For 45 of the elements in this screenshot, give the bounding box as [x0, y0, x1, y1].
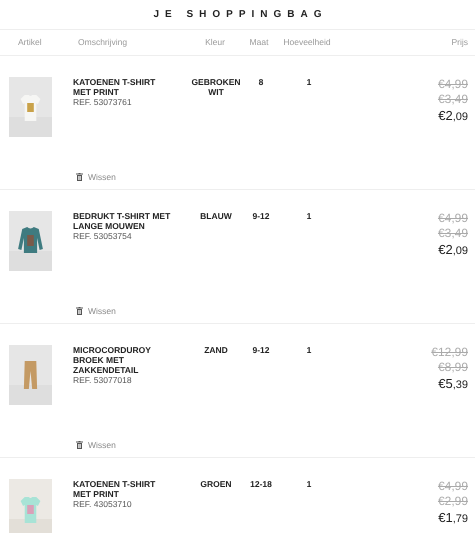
product-reference: REF. 53053754	[73, 231, 133, 241]
column-header: Hoeveelheid	[283, 37, 331, 48]
product-size: 9-12	[252, 345, 270, 355]
product-quantity: 1	[306, 77, 312, 87]
sale-price: €2,09	[438, 241, 468, 259]
product-color: BLAUW	[199, 211, 233, 221]
trash-icon	[76, 173, 83, 181]
remove-link[interactable]: Wissen	[88, 170, 116, 184]
product-reference: REF. 53077018	[73, 375, 133, 385]
product-name: MICROCORDUROY BROEK MET ZAKKENDETAIL	[73, 345, 152, 375]
remove-link[interactable]: Wissen	[88, 304, 116, 318]
column-header: Artikel	[18, 37, 42, 48]
column-header: Omschrijving	[78, 37, 128, 48]
product-reference: REF. 53073761	[73, 97, 133, 107]
product-color: GEBROKEN WIT	[190, 77, 242, 97]
sale-price: €5,39	[438, 375, 468, 393]
product-color: GROEN	[199, 479, 233, 489]
page-title: JE SHOPPINGBAG	[152, 8, 328, 22]
product-color: ZAND	[203, 345, 229, 355]
original-price: €2,99	[438, 494, 468, 509]
product-name: BEDRUKT T-SHIRT MET LANGE MOUWEN	[73, 211, 172, 231]
column-header: Prijs	[451, 37, 468, 48]
trash-icon	[76, 441, 83, 449]
original-price: €3,49	[438, 92, 468, 107]
column-header: Kleur	[205, 37, 225, 48]
product-size: 9-12	[252, 211, 270, 221]
original-price: €12,99	[431, 345, 468, 360]
product-reference: REF. 43053710	[73, 499, 133, 509]
original-price: €3,49	[438, 226, 468, 241]
sale-price: €2,09	[438, 107, 468, 125]
product-name: KATOENEN T-SHIRT MET PRINT	[73, 479, 156, 499]
original-price: €4,99	[438, 211, 468, 226]
trash-icon	[76, 307, 83, 315]
original-price: €4,99	[438, 77, 468, 92]
product-quantity: 1	[306, 345, 312, 355]
product-quantity: 1	[306, 211, 312, 221]
product-size: 12-18	[250, 479, 272, 489]
product-size: 8	[258, 77, 264, 87]
original-price: €4,99	[438, 479, 468, 494]
product-name: KATOENEN T-SHIRT MET PRINT	[73, 77, 156, 97]
original-price: €8,99	[438, 360, 468, 375]
sale-price: €1,79	[438, 509, 468, 527]
remove-link[interactable]: Wissen	[88, 438, 116, 452]
column-header: Maat	[250, 37, 268, 48]
product-quantity: 1	[306, 479, 312, 489]
